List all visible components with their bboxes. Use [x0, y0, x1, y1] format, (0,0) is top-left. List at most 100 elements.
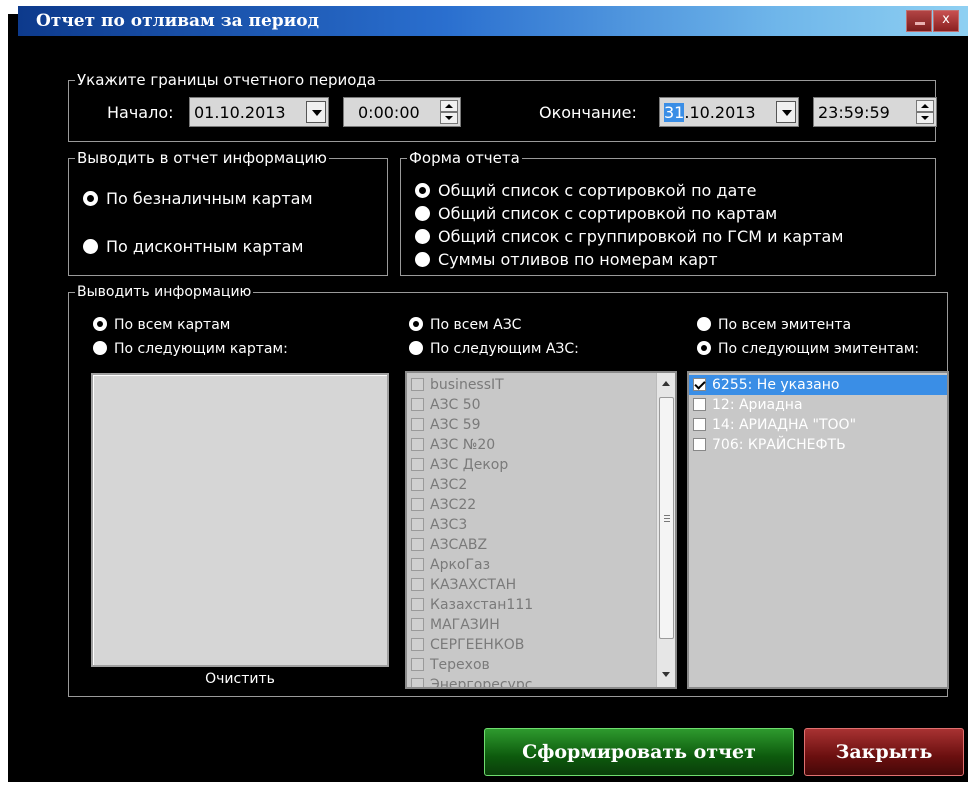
azs-item-label: СЕРГЕЕНКОВ [430, 637, 525, 653]
generate-report-button[interactable]: Сформировать отчет [484, 728, 794, 776]
start-time-spinner[interactable] [440, 100, 458, 124]
checkbox-checked-icon[interactable] [693, 378, 706, 391]
emitent-item-label: 12: Ариадна [712, 397, 803, 413]
azs-list-item[interactable]: АЗС Декор [407, 455, 659, 475]
emitent-list-item[interactable]: 14: АРИАДНА "ТОО" [689, 415, 947, 435]
emitent-list-item[interactable]: 6255: Не указано [689, 375, 947, 395]
end-time-field[interactable]: 23:59:59 [813, 97, 937, 127]
emitent-list-item[interactable]: 12: Ариадна [689, 395, 947, 415]
checkbox-icon[interactable] [411, 438, 424, 451]
filter-legend: Выводить информацию [75, 284, 254, 300]
checkbox-icon[interactable] [693, 398, 706, 411]
end-date-picker[interactable]: 31.10.2013 [659, 97, 799, 127]
scroll-thumb[interactable] [659, 397, 674, 639]
radio-cashless-cards[interactable]: По безналичным картам [83, 189, 313, 208]
end-time-value: 23:59:59 [818, 103, 890, 122]
end-time-spinner[interactable] [916, 100, 934, 124]
checkbox-icon[interactable] [411, 498, 424, 511]
azs-list-item[interactable]: Энергоресурс [407, 675, 659, 687]
checkbox-icon[interactable] [411, 578, 424, 591]
checkbox-icon[interactable] [693, 438, 706, 451]
azs-item-label: АЗС №20 [430, 437, 496, 453]
cards-listbox[interactable] [91, 373, 389, 667]
azs-list-item[interactable]: АЗС 50 [407, 395, 659, 415]
checkbox-icon[interactable] [411, 678, 424, 687]
azs-list-item[interactable]: АЗС 59 [407, 415, 659, 435]
radio-selected-azs[interactable]: По следующим АЗС: [409, 341, 579, 357]
checkbox-icon[interactable] [411, 478, 424, 491]
azs-listbox[interactable]: businessIT АЗС 50 АЗС 59 АЗС №20 АЗС Дек… [405, 371, 677, 689]
radio-selected-cards[interactable]: По следующим картам: [93, 341, 288, 357]
radio-selected-icon [409, 317, 423, 331]
azs-list-item[interactable]: АЗС №20 [407, 435, 659, 455]
radio-all-emitents[interactable]: По всем эмитента [697, 317, 851, 333]
azs-list-item[interactable]: МАГАЗИН [407, 615, 659, 635]
checkbox-icon[interactable] [411, 378, 424, 391]
end-date-dropdown-icon[interactable] [776, 101, 796, 123]
spin-up-icon[interactable] [916, 100, 934, 112]
emitent-item-label: 6255: Не указано [712, 377, 840, 393]
start-date-value: 01.10.2013 [194, 103, 286, 122]
scroll-up-icon[interactable] [662, 381, 670, 386]
azs-list-item[interactable]: АркоГаз [407, 555, 659, 575]
azs-item-label: АЗС3 [430, 517, 468, 533]
azs-list-item[interactable]: АЗС2 [407, 475, 659, 495]
end-date-rest: .10.2013 [684, 103, 756, 122]
azs-scrollbar[interactable] [656, 373, 675, 687]
radio-icon [415, 252, 430, 267]
emitents-list-items: 6255: Не указано 12: Ариадна 14: АРИАДНА… [689, 375, 947, 455]
title-bar[interactable]: Отчет по отливам за период x [18, 6, 968, 36]
end-date-value: 31.10.2013 [664, 103, 756, 122]
radio-all-azs[interactable]: По всем АЗС [409, 317, 521, 333]
azs-item-label: МАГАЗИН [430, 617, 500, 633]
checkbox-icon[interactable] [411, 398, 424, 411]
azs-list-item[interactable]: Терехов [407, 655, 659, 675]
radio-icon [83, 239, 98, 254]
minimize-button[interactable] [906, 10, 932, 32]
checkbox-icon[interactable] [411, 418, 424, 431]
checkbox-icon[interactable] [411, 598, 424, 611]
radio-label: По всем АЗС [430, 317, 522, 333]
radio-selected-emitents[interactable]: По следующим эмитентам: [697, 341, 919, 357]
spin-down-icon[interactable] [916, 112, 934, 124]
radio-group-by-fuel-and-cards[interactable]: Общий список с группировкой по ГСМ и кар… [415, 227, 843, 246]
azs-list-item[interactable]: АЗС22 [407, 495, 659, 515]
checkbox-icon[interactable] [411, 618, 424, 631]
emitents-listbox[interactable]: 6255: Не указано 12: Ариадна 14: АРИАДНА… [687, 371, 949, 689]
end-date-selected-part: 31 [664, 103, 685, 122]
radio-discount-cards[interactable]: По дисконтным картам [83, 237, 303, 256]
radio-label: Общий список с сортировкой по картам [438, 204, 778, 223]
radio-label: По следующим АЗС: [430, 341, 579, 357]
start-label: Начало: [107, 103, 174, 122]
emitent-item-label: 706: КРАЙСНЕФТЬ [712, 437, 846, 453]
close-button[interactable]: Закрыть [804, 728, 964, 776]
azs-list-item[interactable]: АЗСABZ [407, 535, 659, 555]
radio-all-cards[interactable]: По всем картам [93, 317, 230, 333]
radio-sums-by-card-numbers[interactable]: Суммы отливов по номерам карт [415, 250, 718, 269]
emitent-list-item[interactable]: 706: КРАЙСНЕФТЬ [689, 435, 947, 455]
spin-up-icon[interactable] [440, 100, 458, 112]
azs-list-item[interactable]: СЕРГЕЕНКОВ [407, 635, 659, 655]
start-date-picker[interactable]: 01.10.2013 [189, 97, 329, 127]
end-label: Окончание: [539, 103, 637, 122]
start-date-dropdown-icon[interactable] [306, 101, 326, 123]
checkbox-icon[interactable] [693, 418, 706, 431]
checkbox-icon[interactable] [411, 458, 424, 471]
scroll-down-icon[interactable] [662, 672, 670, 677]
spin-down-icon[interactable] [440, 112, 458, 124]
radio-sort-by-cards[interactable]: Общий список с сортировкой по картам [415, 204, 777, 223]
azs-item-label: АЗС Декор [430, 457, 509, 473]
checkbox-icon[interactable] [411, 538, 424, 551]
azs-list-item[interactable]: businessIT [407, 375, 659, 395]
checkbox-icon[interactable] [411, 558, 424, 571]
azs-list-item[interactable]: КАЗАХСТАН [407, 575, 659, 595]
azs-list-item[interactable]: Казахстан111 [407, 595, 659, 615]
close-window-button[interactable]: x [933, 10, 959, 32]
checkbox-icon[interactable] [411, 658, 424, 671]
clear-cards-button[interactable]: Очистить [91, 671, 389, 687]
start-time-field[interactable]: 0:00:00 [343, 97, 461, 127]
checkbox-icon[interactable] [411, 518, 424, 531]
azs-list-item[interactable]: АЗС3 [407, 515, 659, 535]
radio-sort-by-date[interactable]: Общий список с сортировкой по дате [415, 181, 756, 200]
checkbox-icon[interactable] [411, 638, 424, 651]
